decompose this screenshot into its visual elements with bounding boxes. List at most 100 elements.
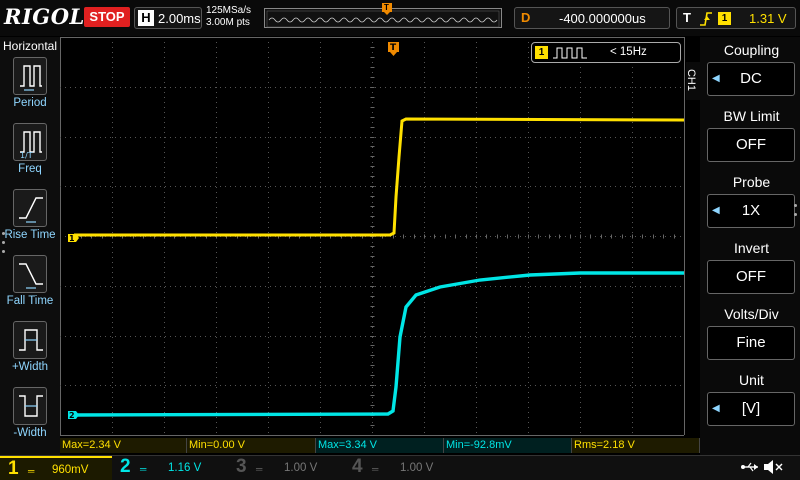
- measure-negative-width-label: -Width: [13, 427, 47, 439]
- trigger-level-marker-label: T: [690, 168, 695, 177]
- measure-positive-width[interactable]: +Width: [0, 321, 60, 383]
- menu-volts-div-value: Fine: [707, 326, 795, 360]
- measure-rise-time-label: Rise Time: [4, 229, 56, 241]
- menu-coupling-title: Coupling: [723, 42, 780, 58]
- menu-invert[interactable]: Invert OFF: [705, 238, 798, 300]
- channel-3-number: 3: [236, 456, 247, 477]
- ch2-offset-marker: 2: [68, 411, 79, 420]
- channel-1-coupling-icon: ═: [28, 466, 35, 476]
- svg-text:2: 2: [69, 411, 75, 420]
- menu-volts-div-title: Volts/Div: [724, 306, 779, 322]
- menu-probe[interactable]: Probe ◀ 1X: [705, 172, 798, 234]
- waveform-display[interactable]: T 1 2 T: [60, 37, 695, 437]
- channel-4-status[interactable]: 4 ═ 1.00 V: [344, 456, 460, 480]
- ch1-trace: [74, 117, 685, 237]
- arrow-icon: ◀: [712, 73, 720, 84]
- channel-4-coupling-icon: ═: [372, 464, 379, 474]
- frequency-value: < 15Hz: [610, 46, 647, 58]
- trigger-level: 1.31 V: [749, 11, 787, 26]
- arrow-icon: ◀: [712, 205, 720, 216]
- menu-unit[interactable]: Unit ◀ [V]: [705, 370, 798, 432]
- frequency-channel: 1: [535, 46, 548, 59]
- negative-width-icon: [13, 387, 47, 425]
- channel-1-number: 1: [8, 458, 19, 479]
- menu-volts-div[interactable]: Volts/Div Fine: [705, 304, 798, 366]
- measurement-ch2-min[interactable]: Min=-92.8mV: [444, 438, 572, 453]
- channel-menu-tab: CH1: [685, 62, 700, 100]
- rise-time-icon: [13, 189, 47, 227]
- menu-probe-title: Probe: [732, 174, 771, 190]
- trigger-channel: 1: [718, 12, 731, 25]
- menu-bw-limit-title: BW Limit: [723, 108, 780, 124]
- channel-3-status[interactable]: 3 ═ 1.00 V: [228, 456, 344, 480]
- svg-text:1/T: 1/T: [20, 151, 33, 160]
- arrow-icon: ◀: [712, 403, 720, 414]
- measure-fall-time-label: Fall Time: [6, 295, 54, 307]
- delay-value: -400.000000us: [559, 11, 646, 26]
- menu-invert-title: Invert: [733, 240, 769, 256]
- right-page-indicator: [794, 204, 797, 222]
- measure-menu: Horizontal Period 1/T Freq Rise Time Fal…: [0, 37, 60, 457]
- channel-2-number: 2: [120, 456, 131, 477]
- ch2-trace: [73, 271, 684, 417]
- usb-icon: [740, 460, 760, 477]
- menu-probe-value: ◀ 1X: [707, 194, 795, 228]
- channel-1-scale: 960mV: [52, 464, 89, 476]
- frequency-icon: 1/T: [13, 123, 47, 161]
- memory-trigger-marker-label: T: [384, 3, 389, 12]
- measure-menu-title: Horizontal: [2, 39, 58, 53]
- channel-1-status[interactable]: 1 ═ 960mV: [0, 456, 112, 480]
- brand-logo: RIGOL: [4, 4, 85, 29]
- run-stop-status[interactable]: STOP: [84, 7, 130, 27]
- menu-unit-title: Unit: [739, 372, 764, 388]
- trigger-position-marker: T: [388, 42, 399, 56]
- sample-rate: 125MSa/s: [206, 5, 252, 16]
- channel-3-scale: 1.00 V: [284, 462, 318, 474]
- menu-coupling-value: ◀ DC: [707, 62, 795, 96]
- channel-3-coupling-icon: ═: [256, 464, 263, 474]
- timebase-label: H: [138, 10, 154, 26]
- trigger-box[interactable]: T 1 1.31 V: [676, 7, 796, 29]
- channel-status-bar: 1 ═ 960mV 2 ═ 1.16 V 3 ═ 1.00 V 4 ═ 1.00…: [0, 455, 800, 480]
- measurement-ch2-max[interactable]: Max=3.34 V: [316, 438, 444, 453]
- menu-bw-limit-value: OFF: [707, 128, 795, 162]
- left-page-indicator: [2, 232, 6, 259]
- delay-box[interactable]: D -400.000000us: [514, 7, 670, 29]
- menu-coupling[interactable]: Coupling ◀ DC: [705, 40, 798, 102]
- trigger-label: T: [683, 10, 691, 25]
- menu-unit-value: ◀ [V]: [707, 392, 795, 426]
- measurement-ch1-min[interactable]: Min=0.00 V: [187, 438, 316, 453]
- measure-rise-time[interactable]: Rise Time: [0, 189, 60, 251]
- measurement-ch1-max[interactable]: Max=2.34 V: [60, 438, 187, 453]
- square-wave-icon: [553, 47, 587, 59]
- measurement-ch1-rms[interactable]: Rms=2.18 V: [572, 438, 700, 453]
- measure-frequency[interactable]: 1/T Freq: [0, 123, 60, 185]
- channel-2-status[interactable]: 2 ═ 1.16 V: [112, 456, 228, 480]
- menu-invert-value: OFF: [707, 260, 795, 294]
- fall-time-icon: [13, 255, 47, 293]
- channel-2-scale: 1.16 V: [168, 462, 202, 474]
- positive-width-icon: [13, 321, 47, 359]
- measure-period[interactable]: Period: [0, 57, 60, 119]
- frequency-counter: 1 < 15Hz: [531, 42, 681, 63]
- channel-2-coupling-icon: ═: [140, 464, 147, 474]
- timebase-box[interactable]: H 2.00ms: [134, 7, 202, 29]
- channel-4-number: 4: [352, 456, 363, 477]
- rising-edge-icon: [700, 12, 712, 26]
- menu-bw-limit[interactable]: BW Limit OFF: [705, 106, 798, 168]
- trigger-position-label: T: [390, 43, 397, 53]
- speaker-icon[interactable]: [762, 459, 784, 478]
- measure-period-label: Period: [13, 97, 47, 109]
- channel-4-scale: 1.00 V: [400, 462, 434, 474]
- measure-negative-width[interactable]: -Width: [0, 387, 60, 449]
- period-icon: [13, 57, 47, 95]
- memory-overview[interactable]: T: [264, 3, 502, 28]
- acquisition-info: 125MSa/s 3.00M pts: [206, 5, 251, 29]
- measure-fall-time[interactable]: Fall Time: [0, 255, 60, 317]
- top-status-bar: RIGOL STOP H 2.00ms 125MSa/s 3.00M pts T…: [0, 0, 800, 36]
- svg-text:1: 1: [69, 234, 75, 243]
- timebase-value: 2.00ms: [158, 11, 201, 26]
- measurement-bar: Max=2.34 V Min=0.00 V Max=3.34 V Min=-92…: [60, 438, 700, 454]
- measure-positive-width-label: +Width: [11, 361, 49, 373]
- measure-frequency-label: Freq: [18, 163, 42, 175]
